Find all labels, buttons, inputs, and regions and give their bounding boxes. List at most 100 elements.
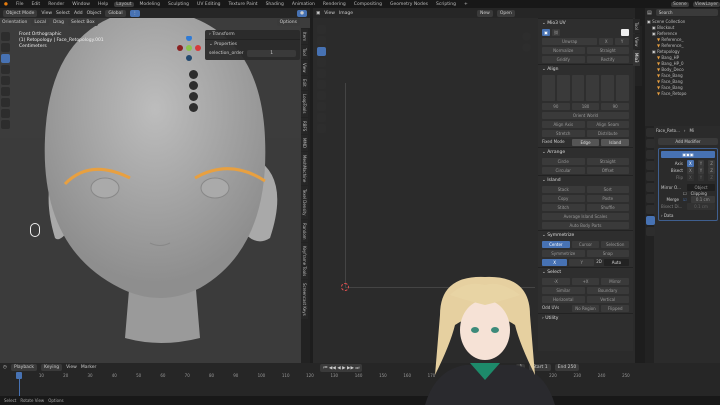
align-header[interactable]: ⌄ Align bbox=[538, 64, 633, 74]
select-boundary[interactable]: Boundary bbox=[586, 287, 629, 294]
keying-menu[interactable]: Keying bbox=[41, 364, 63, 371]
grab-icon[interactable] bbox=[317, 102, 326, 111]
align-axis-button[interactable]: Align Axis bbox=[542, 121, 585, 128]
unwrap-x[interactable]: X bbox=[599, 38, 614, 45]
flip-y[interactable]: Y bbox=[697, 174, 705, 181]
annotate-icon[interactable] bbox=[1, 98, 10, 107]
camera-icon[interactable] bbox=[189, 92, 198, 101]
gridify-button[interactable]: Gridify bbox=[542, 56, 585, 63]
playback-menu[interactable]: Playback bbox=[10, 364, 38, 371]
scale-icon[interactable] bbox=[317, 69, 326, 78]
scene-tab-icon[interactable] bbox=[646, 172, 655, 181]
collection-tab-icon[interactable] bbox=[646, 194, 655, 203]
bisect-z[interactable]: Z bbox=[708, 167, 716, 174]
tab-looptools[interactable]: LoopTools bbox=[301, 91, 308, 117]
object-mode-dropdown[interactable]: Object Mode bbox=[3, 9, 38, 17]
align-top-icon[interactable] bbox=[542, 75, 555, 101]
straight-button[interactable]: Straight bbox=[586, 47, 629, 54]
menu-select[interactable]: Select bbox=[56, 11, 70, 16]
filter-icon[interactable]: ▤ bbox=[647, 10, 652, 16]
island-header[interactable]: ⌄ Island bbox=[538, 175, 633, 185]
select-cursor-icon[interactable] bbox=[1, 32, 10, 41]
cursor-icon[interactable] bbox=[1, 43, 10, 52]
view-menu[interactable]: View bbox=[66, 365, 77, 370]
zoom-icon[interactable] bbox=[189, 70, 198, 79]
copy-button[interactable]: Copy bbox=[542, 195, 585, 202]
add-workspace-button[interactable]: + bbox=[462, 2, 470, 7]
view-layer-tab-icon[interactable] bbox=[646, 161, 655, 170]
menu-help[interactable]: Help bbox=[96, 2, 110, 7]
modifier-wrench-icon[interactable] bbox=[646, 216, 655, 225]
menu-edit[interactable]: Edit bbox=[29, 2, 42, 7]
output-tab-icon[interactable] bbox=[646, 150, 655, 159]
playback-controls[interactable]: ⏮ ◀◀ ◀ ▶ ▶▶ ⏭ bbox=[320, 363, 363, 372]
shuffle-button[interactable]: Shuffle bbox=[586, 204, 629, 211]
select-mirror[interactable]: Mirror bbox=[601, 278, 630, 285]
mirror-object-field[interactable]: Object bbox=[687, 184, 715, 191]
data-subpanel[interactable]: › Data bbox=[661, 213, 715, 218]
no-region-button[interactable]: No Region bbox=[571, 305, 600, 312]
tab-keyframe-tools[interactable]: Keyframe Tools bbox=[301, 243, 308, 280]
outliner-search[interactable]: Search bbox=[655, 9, 718, 16]
gear-icon[interactable] bbox=[621, 29, 629, 36]
options-dropdown[interactable]: Options bbox=[276, 18, 300, 26]
axis-z[interactable]: Z bbox=[708, 160, 716, 167]
normalize-button[interactable]: Normalize bbox=[542, 47, 585, 54]
add-modifier-button[interactable]: Add Modifier bbox=[658, 138, 718, 145]
scene-selector[interactable]: Scene bbox=[671, 1, 689, 7]
rotate-90-ccw[interactable]: 90 bbox=[542, 103, 570, 110]
tab-layout[interactable]: Layout bbox=[114, 1, 134, 7]
navigation-gizmo[interactable] bbox=[177, 35, 201, 68]
sort-button[interactable]: Sort bbox=[586, 186, 629, 193]
link-icon[interactable]: ⛓ bbox=[552, 29, 560, 36]
axis-x[interactable]: X bbox=[687, 160, 694, 167]
tab-edit[interactable]: Edit bbox=[301, 76, 308, 91]
menu-image[interactable]: Image bbox=[339, 11, 353, 16]
offset-button[interactable]: Offset bbox=[586, 167, 629, 174]
align-bottom-icon[interactable] bbox=[586, 75, 600, 101]
annotate-icon[interactable] bbox=[317, 91, 326, 100]
tab-uv-editing[interactable]: UV Editing bbox=[195, 2, 222, 7]
tab-item[interactable]: Item bbox=[301, 29, 308, 45]
tab-tool[interactable]: Tool bbox=[301, 45, 308, 59]
new-image-button[interactable]: New bbox=[477, 9, 493, 17]
pan-hand-icon[interactable] bbox=[189, 81, 198, 90]
zoom-icon[interactable] bbox=[522, 32, 531, 41]
symmetrize-header[interactable]: ⌄ Symmetrize bbox=[538, 230, 633, 240]
rotate-icon[interactable] bbox=[317, 58, 326, 67]
move-icon[interactable] bbox=[1, 54, 10, 63]
align-right-icon[interactable] bbox=[571, 75, 585, 101]
snap-button[interactable]: Snap bbox=[586, 250, 629, 257]
distribute-button[interactable]: Distribute bbox=[586, 130, 629, 137]
modifier-visibility-icons[interactable]: ▣▣▣ bbox=[661, 151, 715, 158]
unwrap-button[interactable]: Unwrap bbox=[542, 38, 598, 45]
bisect-y[interactable]: Y bbox=[697, 167, 705, 174]
sync-icon[interactable]: ▣ bbox=[542, 29, 550, 36]
viewport-3d[interactable]: Front Orthographic (1) Retopology | Face… bbox=[0, 18, 310, 363]
object-tab-icon[interactable] bbox=[646, 205, 655, 214]
shading-solid[interactable]: ● bbox=[297, 9, 307, 17]
sym-cursor[interactable]: Cursor bbox=[571, 241, 600, 248]
tab-compositing[interactable]: Compositing bbox=[352, 2, 384, 7]
tab-geometry-nodes[interactable]: Geometry Nodes bbox=[388, 2, 430, 7]
pan-hand-icon[interactable] bbox=[522, 43, 531, 52]
circular-button[interactable]: Circular bbox=[542, 167, 585, 174]
circle-button[interactable]: Circle bbox=[542, 158, 585, 165]
rotate-180[interactable]: 180 bbox=[571, 103, 600, 110]
align-left-icon[interactable] bbox=[556, 75, 570, 101]
physics-tab-icon[interactable] bbox=[646, 227, 655, 236]
world-tab-icon[interactable] bbox=[646, 183, 655, 192]
align-center-h-icon[interactable] bbox=[601, 75, 615, 101]
open-image-button[interactable]: Open bbox=[496, 9, 515, 17]
mio3-header[interactable]: ⌄ Mio3 UV bbox=[538, 18, 633, 28]
select-vertical[interactable]: Vertical bbox=[586, 296, 629, 303]
tab-texel-density[interactable]: Texel Density bbox=[301, 186, 308, 219]
menu-add[interactable]: Add bbox=[74, 11, 83, 16]
cursor-icon[interactable] bbox=[317, 36, 326, 45]
merge-checkbox[interactable]: ☑ bbox=[683, 197, 687, 202]
average-island-scales-button[interactable]: Average Island Scales bbox=[542, 213, 629, 220]
tab-view[interactable]: View bbox=[633, 33, 640, 50]
transform-panel-header[interactable]: › Transform bbox=[205, 30, 300, 40]
orientation-dropdown[interactable]: Global bbox=[105, 9, 126, 17]
sym-axis-y[interactable]: Y bbox=[569, 259, 595, 266]
